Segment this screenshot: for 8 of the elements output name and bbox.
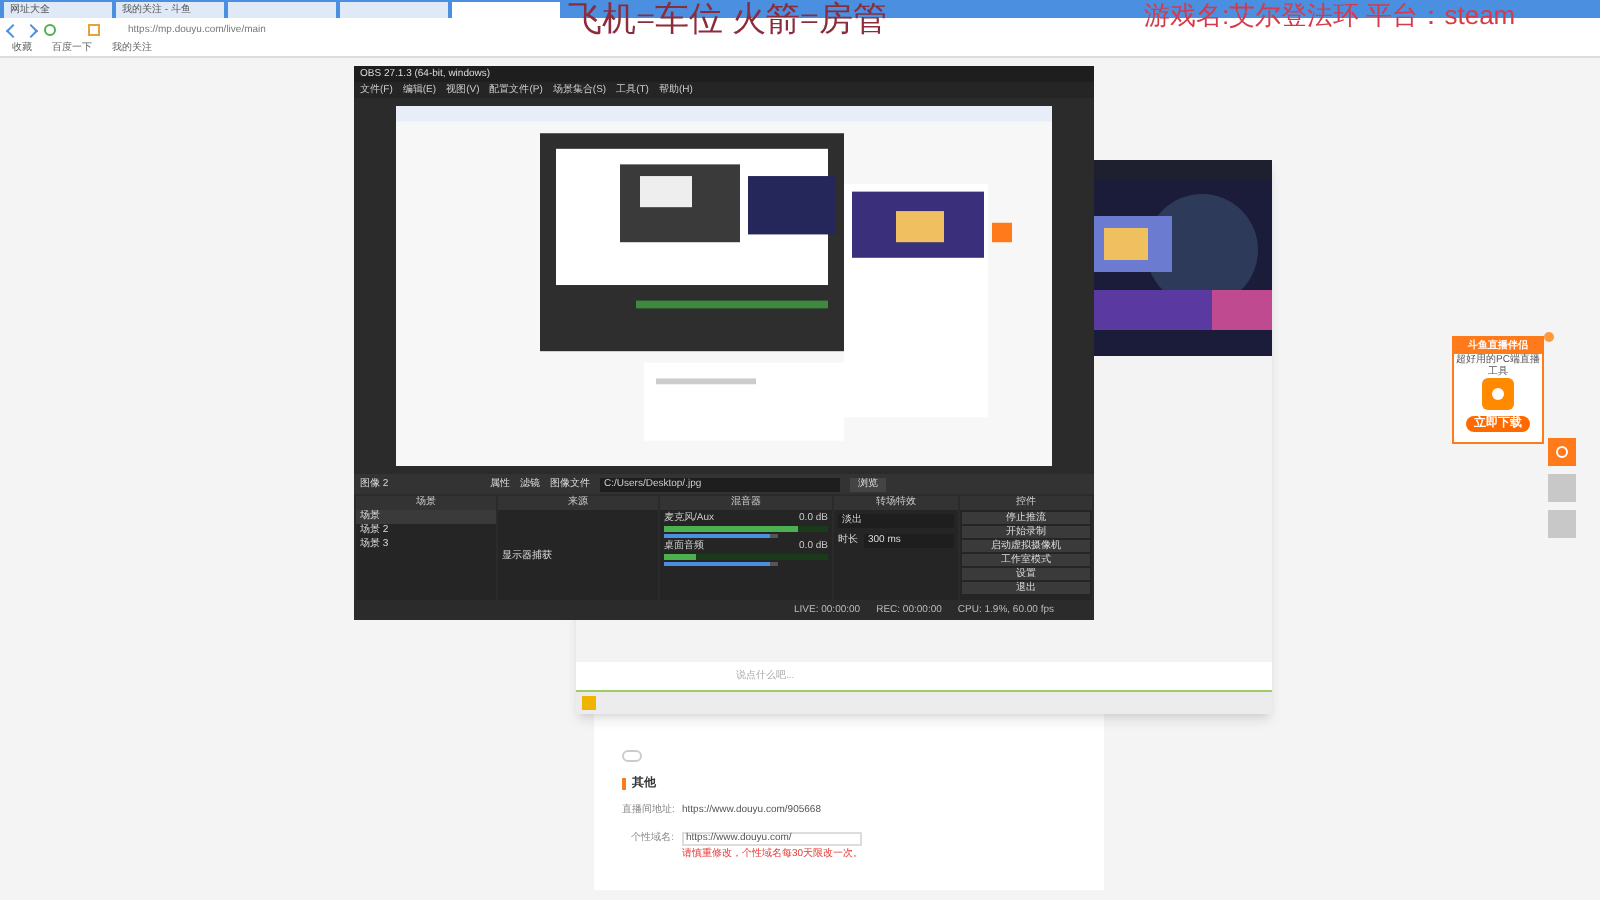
refresh-icon[interactable]: [44, 24, 56, 36]
app-logo-icon: [1482, 378, 1514, 410]
toggle-switch[interactable]: [622, 750, 642, 762]
browser-tab[interactable]: [340, 2, 448, 18]
app-logo-icon[interactable]: [582, 696, 596, 710]
browser-tab[interactable]: [228, 2, 336, 18]
browser-tab[interactable]: [452, 2, 560, 18]
record-icon[interactable]: [1548, 438, 1576, 466]
